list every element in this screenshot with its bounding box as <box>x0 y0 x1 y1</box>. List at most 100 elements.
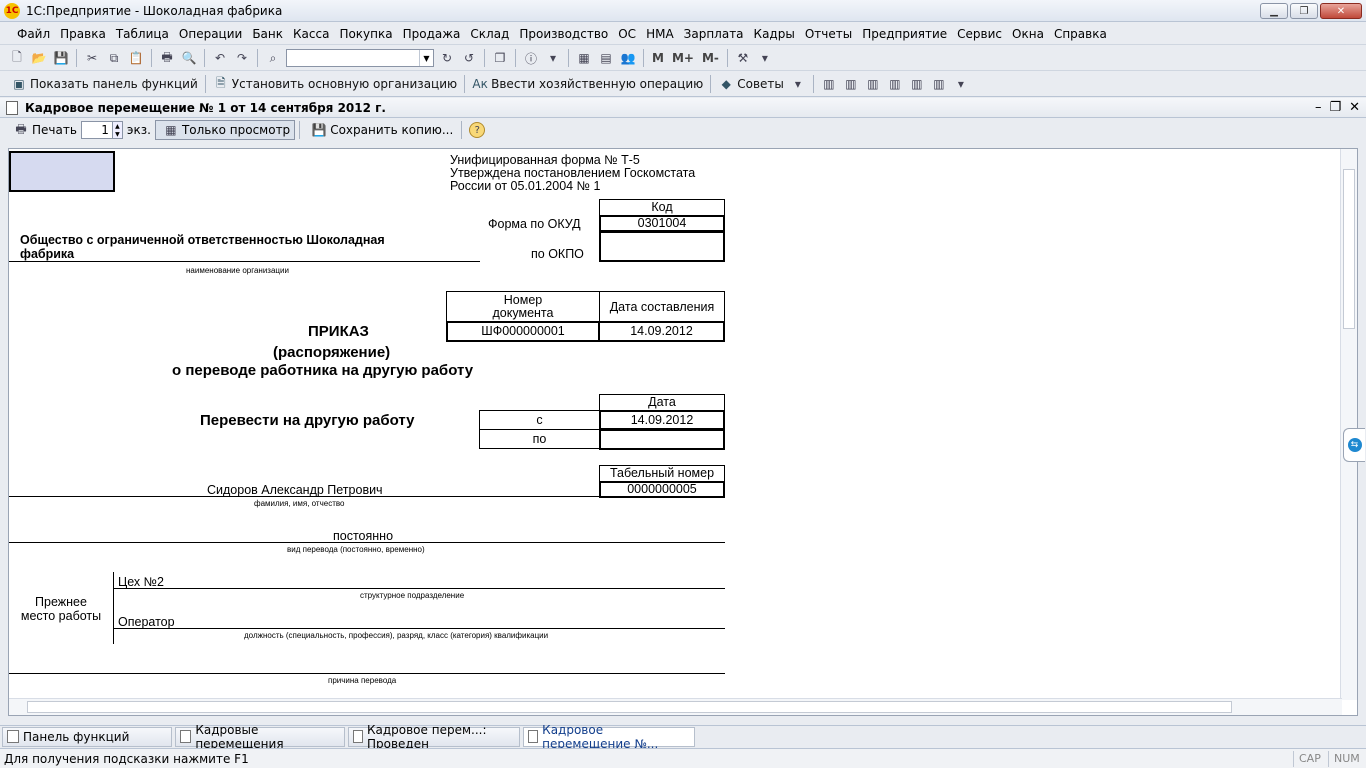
from-label: с <box>479 410 600 430</box>
search-icon[interactable]: ⌕ <box>265 50 281 66</box>
memory-button[interactable]: M <box>652 51 664 65</box>
save-copy-button[interactable]: 💾 Сохранить копию... <box>304 122 457 138</box>
menu-file[interactable]: Файл <box>12 23 55 45</box>
save-icon[interactable]: 💾 <box>53 50 69 66</box>
doc-close-button[interactable]: ✕ <box>1349 100 1360 115</box>
spreadsheet-document[interactable]: Унифицированная форма № Т-5 Утверждена п… <box>8 148 1358 716</box>
menu-windows[interactable]: Окна <box>1007 23 1049 45</box>
window-taskbar: Панель функций Кадровые перемещения Кадр… <box>0 723 1366 751</box>
tools-icon[interactable]: ⚒ <box>735 50 751 66</box>
view-only-label: Только просмотр <box>181 123 291 137</box>
teamviewer-tab[interactable]: ⇆ <box>1343 428 1365 462</box>
report-icon[interactable]: ▥ <box>931 76 947 92</box>
report-icon[interactable]: ▥ <box>821 76 837 92</box>
menu-purchase[interactable]: Покупка <box>334 23 397 45</box>
memory-plus-button[interactable]: M+ <box>672 51 694 65</box>
set-organization-button[interactable]: 🗎 Установить основную организацию <box>210 76 460 92</box>
doc-restore-button[interactable]: ❐ <box>1329 100 1341 115</box>
search-input[interactable]: ▼ <box>286 49 434 67</box>
find-prev-icon[interactable]: ↺ <box>461 50 477 66</box>
show-panel-button[interactable]: ▣ Показать панель функций <box>8 76 201 92</box>
menu-table[interactable]: Таблица <box>111 23 174 45</box>
horizontal-scroll-thumb[interactable] <box>27 701 1232 713</box>
task-hr-transfer-posted[interactable]: Кадровое перем...: Проведен <box>348 723 520 751</box>
department-value: Цех №2 <box>118 575 165 589</box>
chevron-down-icon[interactable]: ▼ <box>419 50 433 66</box>
date-header: Дата <box>599 394 725 411</box>
cut-icon[interactable]: ✂ <box>84 50 100 66</box>
toolbar-separator <box>484 49 485 67</box>
undo-icon[interactable]: ↶ <box>212 50 228 66</box>
calendar-icon[interactable]: ▤ <box>598 50 614 66</box>
from-date: 14.09.2012 <box>599 410 725 430</box>
menu-bar: Файл Правка Таблица Операции Банк Касса … <box>0 23 1366 45</box>
menu-operations[interactable]: Операции <box>174 23 247 45</box>
menu-enterprise[interactable]: Предприятие <box>857 23 952 45</box>
transfer-type-value: постоянно <box>333 529 394 543</box>
print-button[interactable]: 🖶 Печать <box>6 122 81 138</box>
tips-button[interactable]: ◆ Советы <box>715 76 787 92</box>
menu-hr[interactable]: Кадры <box>749 23 800 45</box>
menu-warehouse[interactable]: Склад <box>465 23 514 45</box>
document-icon <box>6 100 18 115</box>
doc-minimize-button[interactable]: – <box>1315 100 1322 115</box>
vertical-scrollbar[interactable] <box>1340 149 1357 700</box>
menu-nma[interactable]: НМА <box>641 23 679 45</box>
copies-input[interactable]: 1 <box>80 121 113 139</box>
menu-cash[interactable]: Касса <box>288 23 334 45</box>
chevron-down-icon[interactable]: ▾ <box>790 76 806 92</box>
print-label: Печать <box>32 123 77 137</box>
chevron-down-icon[interactable]: ▾ <box>953 76 969 92</box>
memory-minus-button[interactable]: M- <box>702 51 719 65</box>
tips-icon: ◆ <box>721 77 731 91</box>
enter-operation-button[interactable]: Ак Ввести хозяйственную операцию <box>469 76 706 92</box>
menu-service[interactable]: Сервис <box>952 23 1007 45</box>
calculator-icon[interactable]: ▦ <box>576 50 592 66</box>
windows-icon[interactable]: ❐ <box>492 50 508 66</box>
toolbar-separator <box>257 49 258 67</box>
chevron-down-icon[interactable]: ▾ <box>757 50 773 66</box>
report-icon[interactable]: ▥ <box>843 76 859 92</box>
report-icon[interactable]: ▥ <box>887 76 903 92</box>
help-icon[interactable]: ? <box>469 122 486 138</box>
print-icon[interactable]: 🖶 <box>159 50 175 66</box>
document-icon <box>528 730 539 743</box>
toolbar-separator <box>299 121 301 139</box>
task-label: Кадровое перемещение №... <box>542 722 659 751</box>
task-function-panel[interactable]: Панель функций <box>2 726 172 747</box>
find-next-icon[interactable]: ↻ <box>439 50 455 66</box>
minimize-button[interactable]: ▁ <box>1260 3 1288 19</box>
menu-salary[interactable]: Зарплата <box>679 23 749 45</box>
restore-button[interactable]: ❐ <box>1290 3 1318 19</box>
menu-reports[interactable]: Отчеты <box>800 23 857 45</box>
previous-workplace-label-1: Прежнее <box>35 595 87 609</box>
toolbar-separator <box>204 49 205 67</box>
paste-icon[interactable]: 📋 <box>128 50 144 66</box>
new-document-icon[interactable]: 🗋 <box>9 50 25 66</box>
vertical-scroll-thumb[interactable] <box>1343 169 1355 329</box>
menu-os[interactable]: ОС <box>613 23 641 45</box>
menu-sale[interactable]: Продажа <box>398 23 466 45</box>
okud-label: Форма по ОКУД <box>488 217 581 231</box>
report-icon[interactable]: ▥ <box>909 76 925 92</box>
users-icon[interactable]: 👥 <box>620 50 636 66</box>
menu-production[interactable]: Производство <box>514 23 613 45</box>
copy-icon[interactable]: ⧉ <box>106 50 122 66</box>
chevron-down-icon[interactable]: ▾ <box>545 50 561 66</box>
open-folder-icon[interactable]: 📂 <box>31 50 47 66</box>
horizontal-scrollbar[interactable] <box>9 698 1342 715</box>
menu-edit[interactable]: Правка <box>55 23 111 45</box>
task-hr-transfers-list[interactable]: Кадровые перемещения <box>175 723 345 751</box>
view-only-toggle[interactable]: ▦ Только просмотр <box>154 120 296 140</box>
view-only-icon: ▦ <box>165 123 177 137</box>
report-icon[interactable]: ▥ <box>865 76 881 92</box>
toolbar-separator <box>461 121 463 139</box>
close-button[interactable]: ✕ <box>1320 3 1362 19</box>
menu-help[interactable]: Справка <box>1049 23 1112 45</box>
info-icon[interactable]: ⓘ <box>523 50 539 66</box>
redo-icon[interactable]: ↷ <box>234 50 250 66</box>
copies-stepper[interactable]: ▲ ▼ <box>112 121 123 139</box>
print-preview-icon[interactable]: 🔍 <box>181 50 197 66</box>
menu-bank[interactable]: Банк <box>247 23 288 45</box>
task-hr-transfer-print[interactable]: Кадровое перемещение №... <box>523 723 695 751</box>
